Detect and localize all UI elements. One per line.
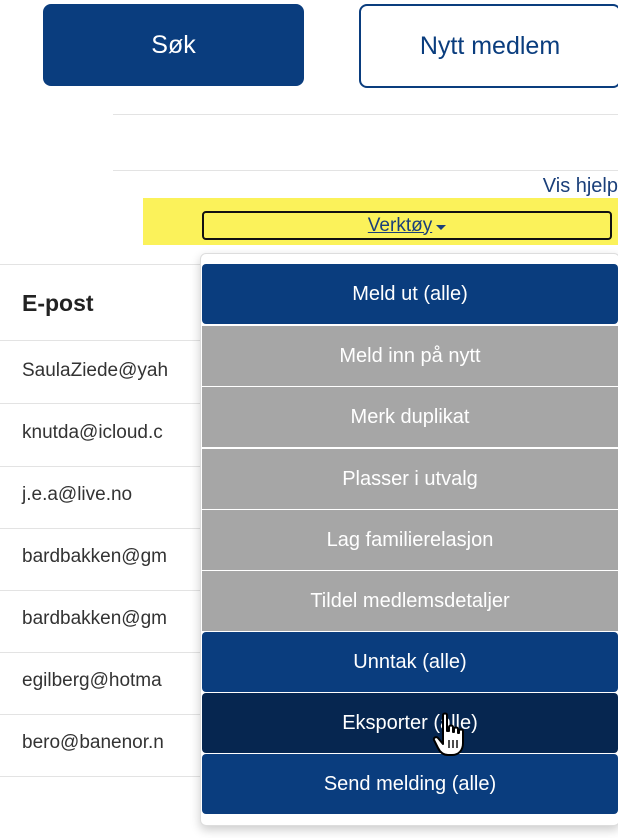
menu-item-mark-duplicate: Merk duplikat: [202, 387, 618, 447]
menu-item-unsubscribe-all[interactable]: Meld ut (alle): [202, 264, 618, 324]
tools-dropdown-button[interactable]: Verktøy: [202, 211, 612, 240]
row-divider: [0, 714, 210, 715]
search-button[interactable]: Søk: [43, 4, 304, 86]
menu-item-send-message-all[interactable]: Send melding (alle): [202, 754, 618, 814]
row-divider: [0, 590, 210, 591]
hand-pointer-icon: [432, 712, 464, 756]
menu-item-export-all[interactable]: Eksporter (alle): [202, 693, 618, 753]
help-link[interactable]: Vis hjelp: [543, 175, 618, 198]
email-cell: egilberg@hotma: [22, 670, 162, 691]
divider: [113, 170, 618, 171]
row-divider: [0, 340, 210, 341]
email-cell: SaulaZiede@yah: [22, 360, 169, 381]
row-divider: [0, 652, 210, 653]
row-divider: [0, 466, 210, 467]
menu-item-place-in-selection: Plasser i utvalg: [202, 449, 618, 509]
menu-item-resubscribe: Meld inn på nytt: [202, 326, 618, 386]
email-cell: bardbakken@gm: [22, 546, 167, 567]
email-cell: knutda@icloud.c: [22, 422, 163, 443]
row-divider: [0, 528, 210, 529]
divider: [113, 114, 618, 115]
caret-down-icon: [436, 224, 447, 230]
tools-label: Verktøy: [367, 214, 433, 236]
email-cell: bardbakken@gm: [22, 608, 167, 629]
email-cell: bero@banenor.n: [22, 732, 164, 753]
menu-item-exception-all[interactable]: Unntak (alle): [202, 632, 618, 692]
divider: [0, 264, 210, 265]
row-divider: [0, 776, 210, 777]
email-cell: j.e.a@live.no: [22, 484, 133, 505]
new-member-button[interactable]: Nytt medlem: [359, 4, 618, 88]
row-divider: [0, 403, 210, 404]
email-column-header: E-post: [22, 290, 94, 316]
menu-item-member-details: Tildel medlemsdetaljer: [202, 571, 618, 631]
menu-item-family-relation: Lag familierelasjon: [202, 510, 618, 570]
